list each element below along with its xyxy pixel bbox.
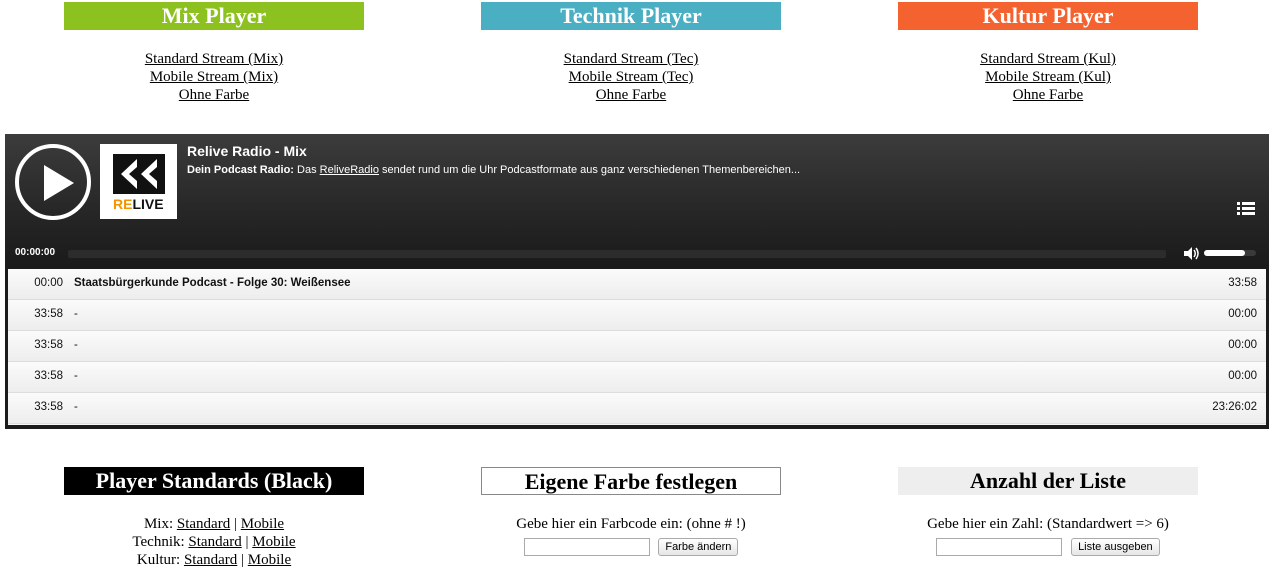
current-time: 00:00:00 — [15, 247, 56, 258]
custom-color-section: Eigene Farbe festlegen Gebe hier ein Far… — [481, 467, 781, 556]
kultur-mobile-stream-link[interactable]: Mobile Stream (Kul) — [985, 69, 1111, 85]
list-count-title: Anzahl der Liste — [898, 467, 1198, 495]
mix-mobile-stream-link[interactable]: Mobile Stream (Mix) — [150, 69, 278, 85]
player-standards-title: Player Standards (Black) — [64, 467, 364, 495]
logo-text: RELIVE — [113, 196, 164, 212]
technik-player-section: Technik Player Standard Stream (Tec) Mob… — [481, 2, 781, 104]
relive-radio-link[interactable]: ReliveRadio — [320, 164, 379, 176]
custom-color-title: Eigene Farbe festlegen — [481, 467, 781, 495]
track-title: - — [74, 401, 78, 413]
list-count-prompt: Gebe hier ein Zahl: (Standardwert => 6) — [927, 516, 1169, 532]
station-title: Relive Radio - Mix — [187, 143, 307, 159]
track-duration: 00:00 — [1228, 370, 1257, 382]
track-start: 00:00 — [34, 277, 63, 289]
kultur-player-title: Kultur Player — [898, 2, 1198, 30]
technik-player-title: Technik Player — [481, 2, 781, 30]
player-header: RELIVE Relive Radio - Mix Dein Podcast R… — [5, 134, 1269, 267]
volume-fill — [1204, 250, 1245, 256]
kultur-player-section: Kultur Player Standard Stream (Kul) Mobi… — [898, 2, 1198, 104]
station-description: Dein Podcast Radio: Das ReliveRadio send… — [187, 164, 801, 176]
track-title: - — [74, 308, 78, 320]
kultur-no-color-link[interactable]: Ohne Farbe — [1013, 87, 1083, 103]
speaker-icon[interactable] — [1184, 247, 1200, 260]
output-list-button[interactable]: Liste ausgeben — [1071, 537, 1160, 556]
track-start: 33:58 — [34, 339, 63, 351]
track-start: 33:58 — [34, 401, 63, 413]
technik-mobile-link[interactable]: Mobile — [252, 534, 295, 550]
mix-mobile-link[interactable]: Mobile — [241, 516, 284, 532]
station-logo: RELIVE — [100, 144, 177, 219]
kultur-standard-stream-link[interactable]: Standard Stream (Kul) — [980, 51, 1116, 67]
color-prompt: Gebe hier ein Farbcode ein: (ohne # !) — [516, 516, 746, 532]
kultur-mobile-link[interactable]: Mobile — [248, 552, 291, 568]
track-duration: 00:00 — [1228, 308, 1257, 320]
playlist-icon[interactable] — [1237, 202, 1255, 216]
volume-slider[interactable] — [1204, 250, 1256, 256]
play-button[interactable] — [15, 144, 91, 220]
standards-row-mix: Mix: Standard | Mobile — [143, 516, 285, 532]
track-start: 33:58 — [34, 308, 63, 320]
technik-no-color-link[interactable]: Ohne Farbe — [596, 87, 666, 103]
mix-no-color-link[interactable]: Ohne Farbe — [179, 87, 249, 103]
track-title: - — [74, 339, 78, 351]
mix-standard-link[interactable]: Standard — [177, 516, 230, 532]
track-duration: 23:26:02 — [1212, 401, 1257, 413]
technik-mobile-stream-link[interactable]: Mobile Stream (Tec) — [569, 69, 694, 85]
color-code-input[interactable] — [523, 537, 650, 556]
standards-row-kultur: Kultur: Standard | Mobile — [136, 552, 292, 568]
technik-standard-stream-link[interactable]: Standard Stream (Tec) — [564, 51, 699, 67]
playlist-row[interactable]: 33:58 - 00:00 — [8, 300, 1266, 331]
track-title: Staatsbürgerkunde Podcast - Folge 30: We… — [74, 277, 351, 289]
rewind-logo-icon — [113, 154, 165, 194]
list-count-section: Anzahl der Liste Gebe hier ein Zahl: (St… — [898, 467, 1198, 556]
playlist-row[interactable]: 00:00 Staatsbürgerkunde Podcast - Folge … — [8, 269, 1266, 300]
playlist: 00:00 Staatsbürgerkunde Podcast - Folge … — [8, 269, 1266, 425]
playlist-row[interactable]: 33:58 - 23:26:02 — [8, 393, 1266, 424]
track-duration: 00:00 — [1228, 339, 1257, 351]
change-color-button[interactable]: Farbe ändern — [658, 537, 739, 556]
track-title: - — [74, 370, 78, 382]
kultur-standard-link[interactable]: Standard — [184, 552, 237, 568]
track-start: 33:58 — [34, 370, 63, 382]
mix-standard-stream-link[interactable]: Standard Stream (Mix) — [145, 51, 283, 67]
play-icon — [44, 165, 74, 201]
mix-player-section: Mix Player Standard Stream (Mix) Mobile … — [64, 2, 364, 104]
audio-player: RELIVE Relive Radio - Mix Dein Podcast R… — [5, 134, 1269, 429]
technik-standard-link[interactable]: Standard — [188, 534, 241, 550]
player-standards-section: Player Standards (Black) Mix: Standard |… — [64, 467, 364, 569]
list-count-input[interactable] — [936, 537, 1063, 556]
mix-player-title: Mix Player — [64, 2, 364, 30]
playlist-row[interactable]: 33:58 - 00:00 — [8, 331, 1266, 362]
seek-bar[interactable] — [68, 250, 1166, 258]
playlist-row[interactable]: 33:58 - 00:00 — [8, 362, 1266, 393]
track-duration: 33:58 — [1228, 277, 1257, 289]
standards-row-technik: Technik: Standard | Mobile — [132, 534, 296, 550]
